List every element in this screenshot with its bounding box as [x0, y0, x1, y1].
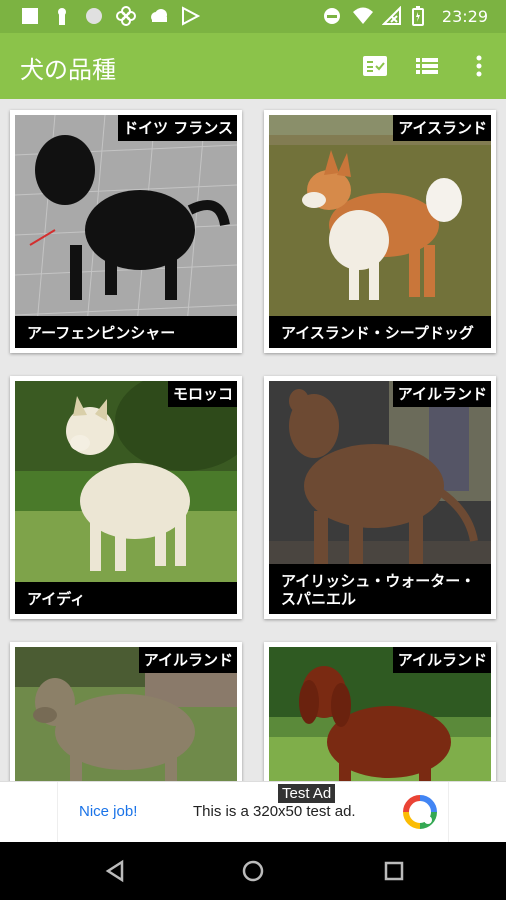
breed-name: アイリッシュ・ウォーター・スパニエル: [269, 564, 491, 614]
wifi-icon: [352, 6, 373, 26]
dog-photo: モロッコ アイディ: [15, 381, 237, 614]
app-bar: 犬の品種: [0, 33, 506, 99]
breed-name: アイスランド・シープドッグ: [269, 316, 491, 348]
country-label: モロッコ: [167, 381, 237, 407]
checklist-icon[interactable]: [362, 53, 388, 79]
dog-photo: アイルランド アイリッシュ・ウォーター・スパニエル: [269, 381, 491, 614]
app-title: 犬の品種: [20, 56, 116, 84]
app-actions: [362, 53, 492, 79]
country-label: アイルランド: [392, 647, 491, 673]
square-icon: [20, 6, 40, 26]
ad-nice-text[interactable]: Nice job!: [79, 803, 137, 820]
play-store-icon: [180, 6, 201, 26]
country-label: ドイツ フランス: [118, 115, 237, 141]
status-bar: 23:29: [0, 0, 506, 33]
circle-icon: [84, 6, 104, 26]
list-view-icon[interactable]: [414, 53, 440, 79]
ad-description: This is a 320x50 test ad.: [193, 803, 356, 820]
home-icon[interactable]: [241, 859, 265, 883]
dog-photo: アイルランド: [269, 647, 491, 781]
breed-name: アーフェンピンシャー: [15, 316, 237, 348]
breed-card[interactable]: アイルランド: [264, 642, 496, 781]
breed-card[interactable]: アイルランド: [10, 642, 242, 781]
breed-card[interactable]: アイスランド アイスランド・シープドッグ: [264, 110, 496, 353]
cloud-icon: [148, 6, 168, 26]
status-right-icons: 23:29: [322, 5, 488, 26]
keyhole-icon: [52, 6, 72, 26]
ad-logo-icon[interactable]: [403, 795, 437, 829]
country-label: アイスランド: [393, 115, 491, 141]
do-not-disturb-icon: [322, 6, 342, 26]
breed-card[interactable]: アイルランド アイリッシュ・ウォーター・スパニエル: [264, 376, 496, 619]
status-time: 23:29: [441, 6, 488, 26]
dog-photo: アイルランド: [15, 647, 237, 781]
ad-tag: Test Ad: [278, 784, 336, 803]
breed-grid: ドイツ フランス アーフェンピンシャー アイスランド アイスランド・シープドッグ…: [0, 99, 506, 781]
back-icon[interactable]: [103, 859, 127, 883]
status-left-icons: [20, 6, 201, 26]
signal-icon: [381, 5, 402, 26]
breed-card[interactable]: ドイツ フランス アーフェンピンシャー: [10, 110, 242, 353]
fan-icon: [116, 6, 136, 26]
breed-name: アイディ: [15, 582, 237, 614]
breed-card[interactable]: モロッコ アイディ: [10, 376, 242, 619]
country-label: アイルランド: [392, 381, 491, 407]
battery-icon: [411, 6, 432, 26]
ad-content[interactable]: Test Ad Nice job! This is a 320x50 test …: [57, 782, 449, 842]
dog-photo: ドイツ フランス アーフェンピンシャー: [15, 115, 237, 348]
recents-icon[interactable]: [382, 859, 406, 883]
more-vert-icon[interactable]: [466, 53, 492, 79]
ad-banner[interactable]: Test Ad Nice job! This is a 320x50 test …: [0, 781, 506, 842]
dog-photo: アイスランド アイスランド・シープドッグ: [269, 115, 491, 348]
country-label: アイルランド: [138, 647, 237, 673]
navigation-bar: [0, 842, 506, 900]
